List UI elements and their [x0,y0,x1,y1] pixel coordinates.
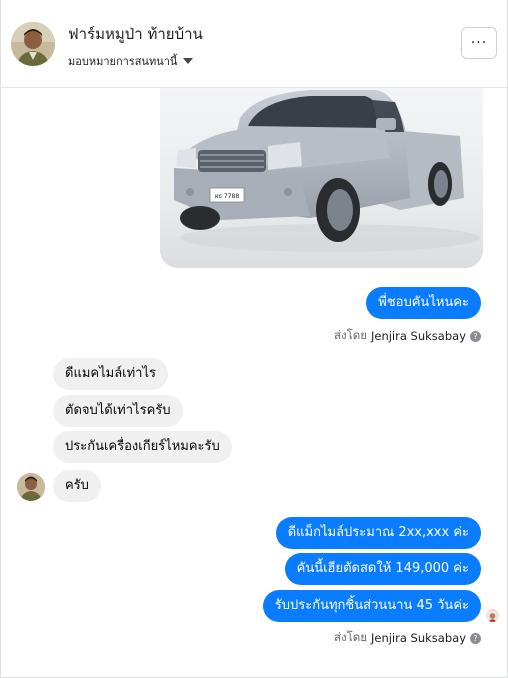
incoming-message[interactable]: ครับ [53,470,101,502]
sent-by-label: ส่งโดย Jenjira Suksabay ? [334,327,481,345]
outgoing-message[interactable]: พี่ชอบคันไหนคะ [366,287,481,319]
license-plate: ผธ 7788 [215,193,240,200]
incoming-message[interactable]: ประกันเครื่องเกียร์ไหมคะรับ [53,431,232,463]
page-avatar[interactable] [11,22,55,66]
info-icon[interactable]: ? [470,632,481,644]
incoming-message[interactable]: ดีแมคไมล์เท่าไร [53,358,168,390]
image-message[interactable]: ผธ 7788 [160,88,483,268]
truck-photo: ผธ 7788 [160,88,483,268]
more-icon: ··· [470,35,488,51]
sent-by-label: ส่งโดย Jenjira Suksabay ? [334,629,481,647]
sent-by-name[interactable]: Jenjira Suksabay [371,329,466,343]
chat-window: ฟาร์มหมูป่า ท้ายบ้าน มอบหมายการสนทนานี้ … [0,0,508,678]
seen-receipt-avatar [486,609,499,622]
sent-by-name[interactable]: Jenjira Suksabay [371,631,466,645]
assign-conversation-dropdown[interactable]: มอบหมายการสนทนานี้ [68,52,194,70]
sender-avatar[interactable] [17,473,45,501]
assign-conversation-label: มอบหมายการสนทนานี้ [68,55,178,68]
outgoing-message[interactable]: รับประกันทุกชิ้นส่วนนาน 45 วันค่ะ [262,590,481,622]
outgoing-message[interactable]: ดีแม็กไมล์ประมาณ 2xx,xxx ค่ะ [275,517,481,549]
more-options-button[interactable]: ··· [461,27,497,59]
sent-by-prefix: ส่งโดย [333,328,367,342]
incoming-message[interactable]: ตัดจบได้เท่าไรครับ [53,395,183,427]
caret-down-icon [183,58,194,64]
sent-by-prefix: ส่งโดย [333,630,367,644]
chat-header: ฟาร์มหมูป่า ท้ายบ้าน มอบหมายการสนทนานี้ … [1,0,507,88]
page-title: ฟาร์มหมูป่า ท้ายบ้าน [68,25,203,43]
outgoing-message[interactable]: คันนี้เฮียตัดสดให้ 149,000 ค่ะ [284,553,481,585]
info-icon[interactable]: ? [470,330,481,342]
